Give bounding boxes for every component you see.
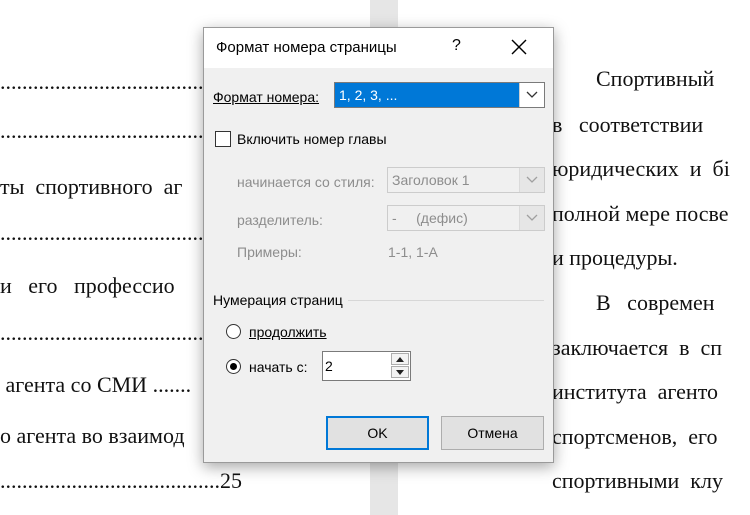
body-line: полной мере посве [552,201,729,226]
ok-button[interactable]: OK [326,416,429,450]
toc-line: ...................................... [0,320,209,345]
triangle-down-icon [396,369,404,375]
examples-label: Примеры: [237,244,302,260]
separator-label: разделитель: [237,212,323,228]
body-line: спортсменов, его [552,424,729,449]
body-line: заключается в сп [552,335,723,360]
chevron-down-icon[interactable] [519,83,544,107]
page-number-format-dialog: Формат номера страницы ? Формат номера: … [203,27,554,463]
dialog-title: Формат номера страницы [216,39,397,56]
triangle-up-icon [396,356,404,362]
body-line: Спортивный [552,66,715,91]
start-at-label: начать с: [249,359,308,375]
body-line: института агенто [552,379,719,404]
start-at-radio[interactable] [226,359,241,374]
spin-buttons [391,353,409,379]
toc-line: агента со СМИ ....... [0,372,192,397]
toc-line: и его профессио [0,273,175,298]
number-format-select[interactable]: 1, 2, 3, ... [334,82,545,108]
toc-line: ...................................... [0,220,209,245]
toc-line: ты спортивного аг [0,174,183,199]
chevron-down-icon [519,206,544,230]
body-line: юридических и бі [552,156,730,181]
toc-line: ........................................… [0,468,242,493]
start-at-value: 2 [325,358,333,374]
page-numbering-heading: Нумерация страниц [213,292,343,308]
continue-radio[interactable] [226,324,241,339]
separator-select[interactable]: - (дефис) [387,205,545,231]
help-button[interactable]: ? [452,37,461,55]
body-line: в соответствии [552,112,720,137]
spin-up-button[interactable] [391,353,409,365]
number-format-label: Формат номера: [213,89,319,105]
include-chapter-label: Включить номер главы [237,131,387,147]
examples-value: 1-1, 1-A [388,244,438,260]
close-icon [511,39,527,55]
number-format-label-text: Формат номера: [213,89,320,105]
body-line: спортивными клу [552,468,723,493]
number-format-value: 1, 2, 3, ... [335,83,519,107]
group-divider [348,300,544,301]
toc-line: ...................................... [0,69,209,94]
chevron-down-icon [519,168,544,192]
start-at-input[interactable]: 2 [322,351,411,381]
dialog-titlebar[interactable]: Формат номера страницы ? [204,28,553,68]
cancel-button[interactable]: Отмена [441,416,544,450]
chapter-style-value: Заголовок 1 [392,172,470,188]
body-line: В современ [552,290,715,315]
chapter-style-label: начинается со стиля: [237,174,375,190]
radio-selected-dot [230,363,237,370]
chapter-style-select[interactable]: Заголовок 1 [387,167,545,193]
spin-down-button[interactable] [391,366,409,378]
separator-value: - (дефис) [392,210,468,226]
continue-label-text: продолжить [249,324,327,340]
close-button[interactable] [510,38,528,56]
toc-line: ...................................... [0,118,209,143]
toc-line: о агента во взаимод [0,423,185,448]
include-chapter-checkbox[interactable] [215,131,231,147]
body-line: и процедуры. [552,245,678,270]
continue-label: продолжить [249,324,327,340]
